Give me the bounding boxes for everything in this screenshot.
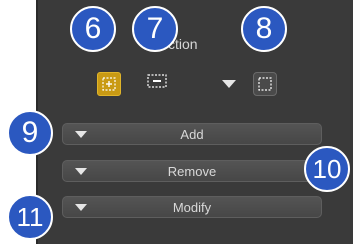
square-dashed-icon [254,73,276,95]
callout-badge: 8 [241,6,287,52]
callout-badge: 11 [7,194,53,240]
remove-rollout[interactable]: Remove [62,160,322,182]
square-minus-icon [144,70,170,92]
screenshot-canvas: ction Add Remove Modify 6 7 8 9 10 11 [0,0,353,244]
triangle-down-icon[interactable] [222,80,236,88]
modify-rollout-label: Modify [172,200,212,215]
new-selection-button[interactable] [97,72,121,96]
subtract-selection-button[interactable] [144,70,170,92]
add-rollout-label: Add [180,127,204,142]
callout-badge: 10 [304,146,350,192]
callout-badge: 7 [132,6,178,52]
modify-rollout[interactable]: Modify [62,196,322,218]
intersect-selection-button[interactable] [253,72,277,96]
callout-badge: 6 [70,6,116,52]
square-plus-icon [98,73,120,95]
callout-badge: 9 [7,110,53,156]
remove-rollout-label: Remove [167,164,217,179]
add-rollout[interactable]: Add [62,123,322,145]
